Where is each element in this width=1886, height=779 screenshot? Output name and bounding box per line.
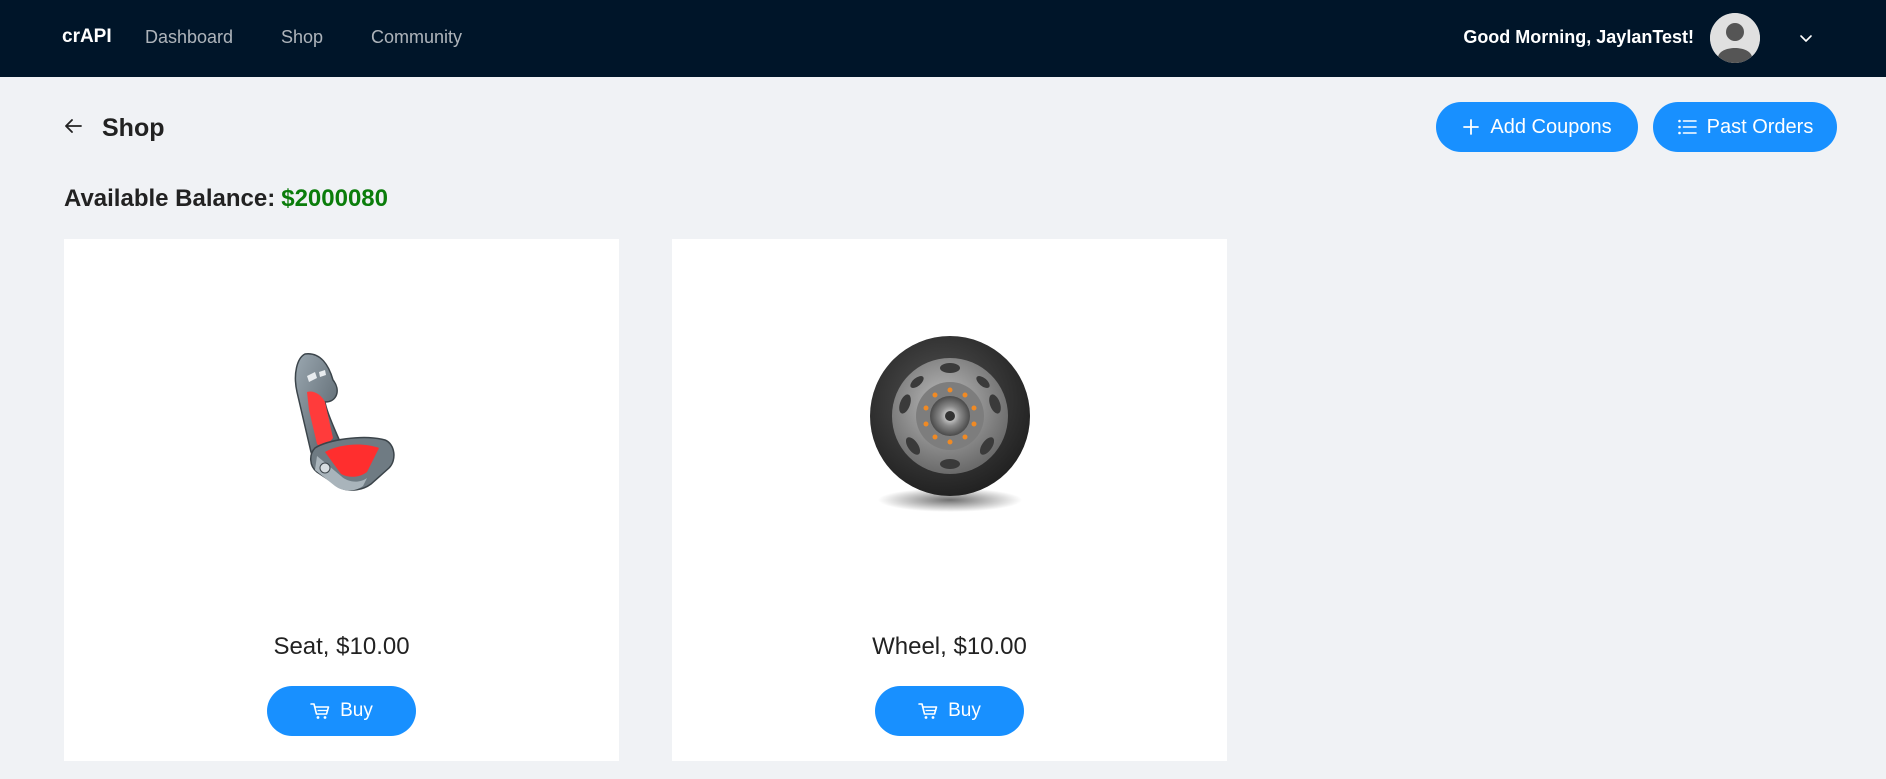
chevron-down-icon[interactable] [1797, 29, 1815, 47]
available-balance: Available Balance: $2000080 [64, 185, 388, 213]
nav-shop[interactable]: Shop [281, 27, 323, 48]
balance-amount: $2000080 [281, 185, 388, 212]
product-card-wheel: Wheel, $10.00 Buy [672, 239, 1227, 761]
car-seat-image [294, 353, 395, 491]
product-label-seat: Seat, $10.00 [273, 633, 410, 660]
past-orders-label: Past Orders [1706, 115, 1814, 138]
nav-dashboard[interactable]: Dashboard [145, 27, 233, 48]
shopping-cart-icon [310, 703, 330, 719]
avatar-person-icon [1710, 13, 1760, 63]
nav-community[interactable]: Community [371, 27, 462, 48]
brand-logo[interactable]: crAPI [62, 26, 112, 48]
page-title: Shop [102, 114, 165, 142]
product-card-seat: Seat, $10.00 Buy [64, 239, 619, 761]
buy-wheel-button[interactable]: Buy [875, 686, 1024, 736]
past-orders-button[interactable]: Past Orders [1653, 102, 1837, 152]
buy-seat-button[interactable]: Buy [267, 686, 416, 736]
product-image-wheel [672, 239, 1227, 609]
user-avatar[interactable] [1710, 13, 1760, 63]
buy-label: Buy [948, 700, 981, 721]
add-coupons-button[interactable]: Add Coupons [1436, 102, 1638, 152]
greeting-text: Good Morning, JaylanTest! [1463, 27, 1694, 47]
arrow-left-icon[interactable] [62, 115, 84, 137]
product-label-wheel: Wheel, $10.00 [872, 633, 1027, 660]
shopping-cart-icon [918, 703, 938, 719]
top-navbar: crAPI Dashboard Shop Community Good Morn… [0, 0, 1886, 77]
add-coupons-label: Add Coupons [1490, 115, 1612, 138]
balance-label: Available Balance: [64, 185, 276, 212]
plus-icon [1463, 119, 1480, 135]
buy-label: Buy [340, 700, 373, 721]
car-wheel-image [869, 336, 1030, 512]
list-icon [1677, 119, 1697, 135]
product-image-seat [64, 239, 619, 609]
